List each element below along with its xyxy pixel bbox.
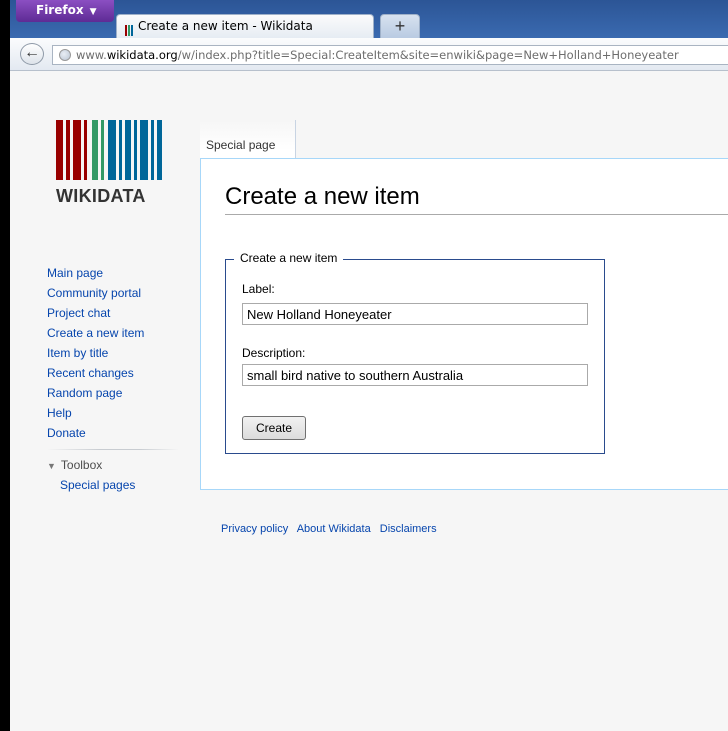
url-domain: wikidata.org <box>106 48 178 62</box>
back-arrow-icon: ← <box>24 44 40 61</box>
url-path: /w/index.php?title=Special:CreateItem&si… <box>177 48 679 62</box>
description-input[interactable] <box>242 364 588 386</box>
sidebar-item-project-chat[interactable]: Project chat <box>47 303 217 323</box>
sidebar-item-random-page[interactable]: Random page <box>47 383 217 403</box>
sidebar-item-main-page[interactable]: Main page <box>47 263 217 283</box>
chevron-down-icon: ▼ <box>89 7 97 17</box>
wikidata-favicon-icon <box>125 21 134 36</box>
plus-icon: + <box>394 16 406 36</box>
heading-divider <box>225 214 728 215</box>
wikidata-logo[interactable]: WIKIDATA <box>56 120 164 210</box>
tab-special-page-label: Special page <box>206 138 276 152</box>
sidebar-item-donate[interactable]: Donate <box>47 423 217 443</box>
sidebar-item-help[interactable]: Help <box>47 403 217 423</box>
browser-tab-active[interactable]: Create a new item - Wikidata <box>116 14 374 38</box>
navigation-toolbar: ← www.wikidata.org/w/index.php?title=Spe… <box>10 38 728 71</box>
sidebar-item-item-by-title[interactable]: Item by title <box>47 343 217 363</box>
url-prefix: www. <box>76 48 107 62</box>
triangle-down-icon: ▼ <box>47 461 56 471</box>
sidebar-item-community-portal[interactable]: Community portal <box>47 283 217 303</box>
sidebar-item-special-pages[interactable]: Special pages <box>47 475 217 495</box>
back-button[interactable]: ← <box>20 43 44 65</box>
firefox-menu-button[interactable]: Firefox ▼ <box>16 0 114 22</box>
browser-tab-strip: Firefox ▼ Create a new item - Wikidata + <box>10 0 728 38</box>
description-field-label: Description: <box>242 346 306 360</box>
toolbox-toggle[interactable]: ▼ Toolbox <box>47 456 217 475</box>
sidebar-item-create-new-item[interactable]: Create a new item <box>47 323 217 343</box>
new-tab-button[interactable]: + <box>380 14 420 38</box>
create-item-form: Create a new item Label: Description: Cr… <box>225 251 605 454</box>
label-input[interactable] <box>242 303 588 325</box>
logo-wordmark: WIKIDATA <box>56 186 146 206</box>
browser-tab-title: Create a new item - Wikidata <box>138 19 313 33</box>
toolbox-label: Toolbox <box>60 458 103 472</box>
browser-window: Firefox ▼ Create a new item - Wikidata + … <box>10 0 728 731</box>
sidebar-navigation: Main page Community portal Project chat … <box>47 263 217 495</box>
footer-link-about-wikidata[interactable]: About Wikidata <box>297 523 371 535</box>
label-field-label: Label: <box>242 282 275 296</box>
globe-icon <box>59 49 71 61</box>
address-bar[interactable]: www.wikidata.org/w/index.php?title=Speci… <box>52 45 728 65</box>
tab-special-page[interactable]: Special page <box>200 120 296 158</box>
firefox-menu-label: Firefox <box>36 3 84 17</box>
sidebar-item-recent-changes[interactable]: Recent changes <box>47 363 217 383</box>
footer-link-privacy-policy[interactable]: Privacy policy <box>221 523 288 535</box>
footer-links: Privacy policy About Wikidata Disclaimer… <box>221 523 443 535</box>
page-title: Create a new item <box>225 183 420 210</box>
sidebar-divider <box>47 449 179 450</box>
content-area: Create a new item Create a new item Labe… <box>200 158 728 490</box>
form-legend: Create a new item <box>234 251 344 265</box>
create-button[interactable]: Create <box>242 416 306 440</box>
footer-link-disclaimers[interactable]: Disclaimers <box>380 523 437 535</box>
